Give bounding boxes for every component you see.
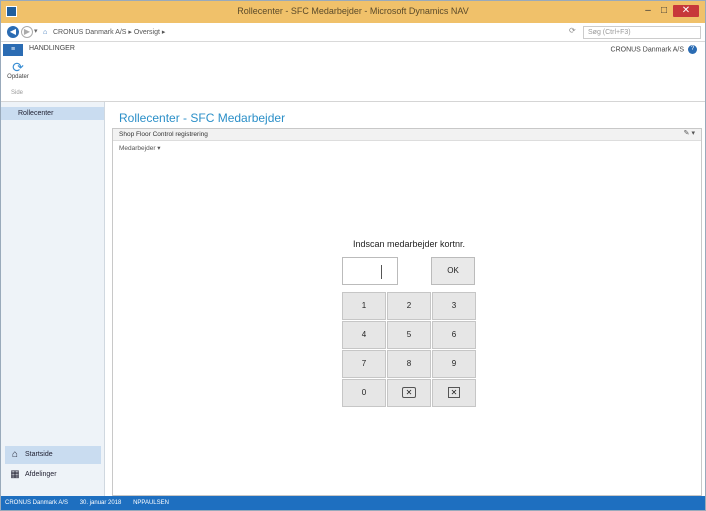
key-8[interactable]: 8	[387, 350, 431, 378]
back-arrow-icon[interactable]: ◀	[7, 26, 19, 38]
key-3[interactable]: 3	[432, 292, 476, 320]
key-2[interactable]: 2	[387, 292, 431, 320]
page-title: Rollecenter - SFC Medarbejder	[119, 111, 286, 125]
clear-button[interactable]: ✕	[432, 379, 476, 407]
file-menu-button[interactable]: ≡	[3, 44, 23, 56]
nav-item-rolecenter[interactable]: Rollecenter	[1, 107, 104, 120]
refresh-button[interactable]: ⟳ Opdater	[7, 60, 29, 80]
tab-actions[interactable]: HANDLINGER	[29, 45, 75, 52]
address-bar: ◀ ▶ ▾ ⌂ CRONUS Danmark A/S ▸ Oversigt ▸ …	[1, 23, 705, 42]
minimize-button[interactable]: –	[641, 5, 655, 17]
search-input[interactable]: Søg (Ctrl+F3)	[583, 26, 701, 39]
refresh-icon: ⟳	[12, 59, 24, 75]
ribbon-tabs: ≡ HANDLINGER CRONUS Danmark A/S ?	[1, 42, 705, 58]
status-company: CRONUS Danmark A/S	[5, 500, 69, 506]
breadcrumb[interactable]: ⌂ CRONUS Danmark A/S ▸ Oversigt ▸	[41, 26, 561, 39]
history-dropdown-icon[interactable]: ▾	[34, 27, 38, 35]
maximize-button[interactable]: □	[657, 5, 671, 17]
status-bar: CRONUS Danmark A/S 30. januar 2018 NPPAU…	[1, 496, 705, 510]
help-icon[interactable]: ?	[688, 45, 697, 54]
ribbon: ⟳ Opdater Side	[1, 58, 705, 102]
home-icon: ⌂	[43, 29, 48, 36]
key-0[interactable]: 0	[342, 379, 386, 407]
key-4[interactable]: 4	[342, 321, 386, 349]
part-options-icon[interactable]: ✎ ▾	[684, 129, 695, 137]
key-1[interactable]: 1	[342, 292, 386, 320]
refresh-addr-icon[interactable]: ⟳	[569, 26, 576, 35]
ribbon-group-label: Side	[11, 90, 24, 96]
home-icon: ⌂	[11, 449, 19, 460]
key-5[interactable]: 5	[387, 321, 431, 349]
numpad-title: Indscan medarbejder kortnr.	[352, 239, 466, 249]
nav-button-label: Startside	[25, 451, 53, 458]
text-caret	[381, 265, 382, 279]
key-9[interactable]: 9	[432, 350, 476, 378]
ok-button[interactable]: OK	[431, 257, 475, 285]
sfc-registration-part: Shop Floor Control registrering ✎ ▾ Meda…	[112, 128, 702, 496]
key-6[interactable]: 6	[432, 321, 476, 349]
close-button[interactable]: ✕	[673, 5, 699, 17]
nav-button-home[interactable]: ⌂ Startside	[5, 446, 101, 464]
status-date: 30. januar 2018	[79, 500, 122, 506]
company-label: CRONUS Danmark A/S	[610, 46, 685, 54]
app-window: Rollecenter - SFC Medarbejder - Microsof…	[0, 0, 706, 511]
clear-icon: ✕	[448, 387, 460, 398]
title-bar: Rollecenter - SFC Medarbejder - Microsof…	[1, 1, 705, 23]
forward-arrow-icon[interactable]: ▶	[21, 26, 33, 38]
key-7[interactable]: 7	[342, 350, 386, 378]
nav-button-departments[interactable]: ▦ Afdelinger	[5, 466, 101, 484]
status-user: NPPAULSEN	[133, 500, 169, 506]
part-title: Shop Floor Control registrering	[119, 131, 208, 138]
backspace-icon: ✕	[401, 387, 417, 398]
part-header: Shop Floor Control registrering	[113, 129, 701, 141]
departments-icon: ▦	[10, 469, 20, 480]
breadcrumb-text: CRONUS Danmark A/S ▸ Oversigt ▸	[52, 29, 166, 36]
window-title: Rollecenter - SFC Medarbejder - Microsof…	[237, 6, 469, 16]
card-number-input[interactable]	[342, 257, 398, 285]
refresh-label: Opdater	[7, 74, 29, 80]
nav-button-label: Afdelinger	[25, 471, 57, 478]
part-filter-dropdown[interactable]: Medarbejder ▾	[119, 144, 161, 152]
company-name: CRONUS Danmark A/S ?	[611, 45, 697, 54]
backspace-button[interactable]: ✕	[387, 379, 431, 407]
numpad: 1 2 3 4 5 6 7 8 9 0 ✕ ✕	[342, 292, 476, 407]
navigation-pane: Rollecenter ⌂ Startside ▦ Afdelinger	[1, 102, 105, 496]
